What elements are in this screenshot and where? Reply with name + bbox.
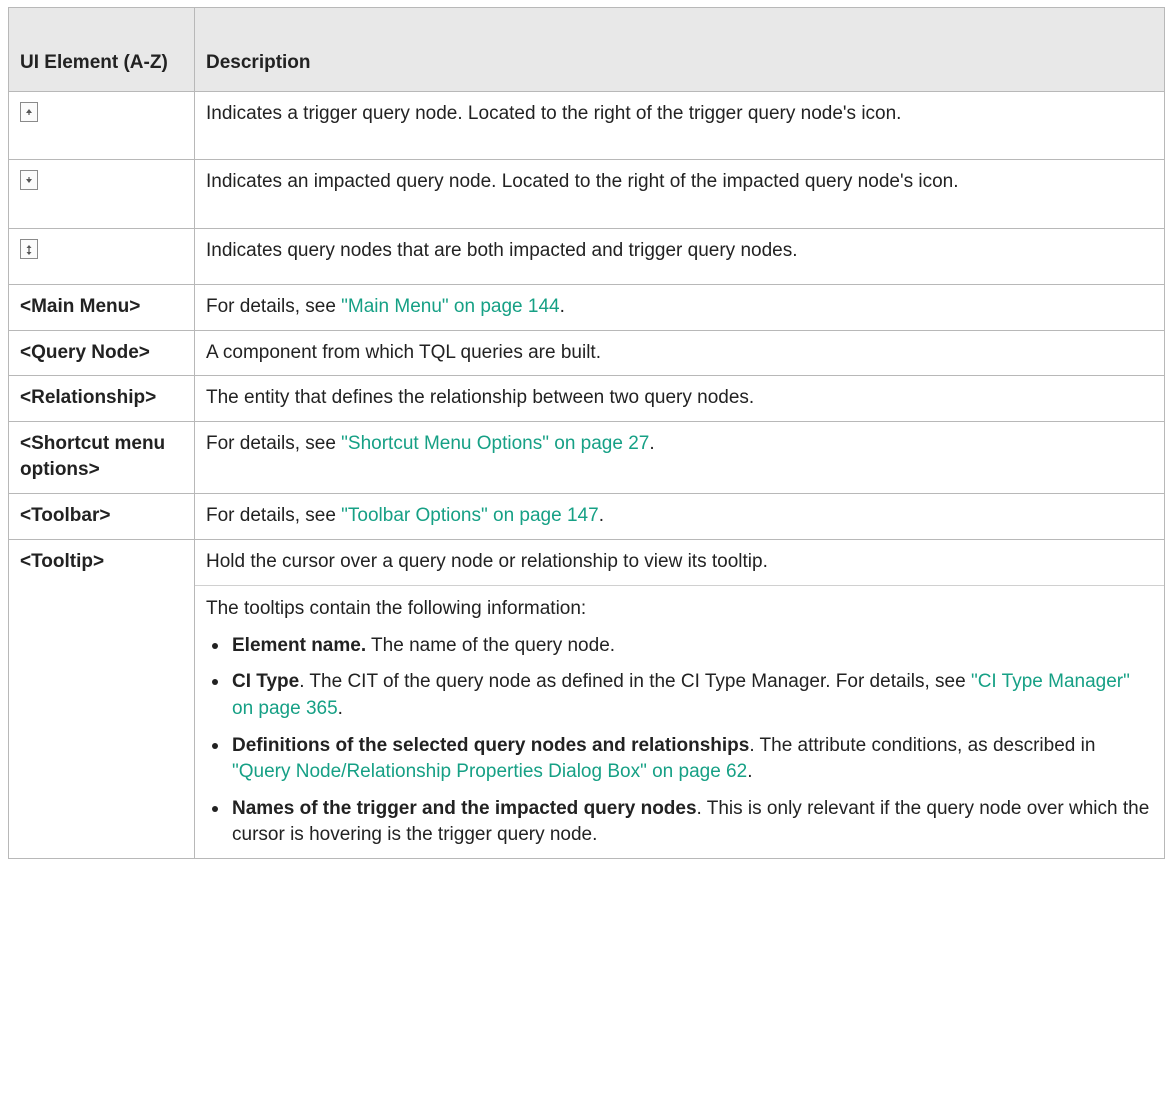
query-node-relationship-properties-link[interactable]: "Query Node/Relationship Properties Dial… (232, 761, 747, 782)
description-cell: For details, see "Shortcut Menu Options"… (194, 420, 1165, 494)
list-item: Definitions of the selected query nodes … (212, 733, 1152, 786)
main-menu-link[interactable]: "Main Menu" on page 144 (341, 296, 559, 317)
list-item-term: Names of the trigger and the impacted qu… (232, 797, 697, 819)
list-item-text: . The CIT of the query node as defined i… (299, 671, 971, 693)
description-suffix: . (649, 432, 655, 454)
table-row: <Main Menu> For details, see "Main Menu"… (8, 284, 1165, 331)
tooltip-paragraph: The tooltips contain the following infor… (206, 598, 587, 620)
description-cell: Indicates query nodes that are both impa… (194, 228, 1165, 285)
ui-elements-table: UI Element (A-Z) Description Indicates a… (8, 7, 1165, 859)
tooltip-info-list: Element name. The name of the query node… (206, 633, 1152, 849)
table-row: <Toolbar> For details, see "Toolbar Opti… (8, 492, 1165, 540)
table-row: <Shortcut menu options> For details, see… (8, 420, 1165, 494)
element-cell: <Main Menu> (8, 284, 195, 331)
list-item: CI Type. The CIT of the query node as de… (212, 669, 1152, 722)
table-header-row: UI Element (A-Z) Description (8, 7, 1165, 92)
description-suffix: . (559, 296, 565, 317)
description-cell: Hold the cursor over a query node or rel… (194, 538, 1165, 859)
element-cell (8, 228, 195, 285)
description-cell: For details, see "Main Menu" on page 144… (194, 284, 1165, 331)
list-item-term: Element name. (232, 634, 367, 656)
element-cell (8, 159, 195, 229)
toolbar-options-link[interactable]: "Toolbar Options" on page 147 (341, 505, 599, 526)
description-cell: The entity that defines the relationship… (194, 375, 1165, 422)
impacted-query-node-icon (20, 170, 38, 190)
list-item-term: CI Type (232, 671, 300, 693)
list-item: Names of the trigger and the impacted qu… (212, 796, 1152, 849)
description-text: For details, see (206, 432, 342, 454)
element-cell (8, 91, 195, 160)
description-text: For details, see (206, 504, 342, 526)
trigger-and-impacted-query-node-icon (20, 239, 38, 259)
element-cell: <Relationship> (8, 375, 195, 422)
list-item-suffix: . (747, 761, 753, 783)
trigger-query-node-icon (20, 102, 38, 122)
description-cell: Indicates a trigger query node. Located … (194, 91, 1165, 160)
element-cell: <Shortcut menu options> (8, 420, 195, 494)
element-cell: <Toolbar> (8, 492, 195, 540)
element-cell: <Tooltip> (8, 538, 195, 859)
shortcut-menu-options-link[interactable]: "Shortcut Menu Options" on page 27 (341, 433, 649, 454)
description-text: For details, see (206, 296, 342, 317)
table-row: <Relationship> The entity that defines t… (8, 375, 1165, 422)
column-header-description: Description (194, 7, 1165, 92)
list-item-suffix: . (337, 697, 343, 719)
table-row: <Tooltip> Hold the cursor over a query n… (8, 538, 1165, 859)
column-header-ui-element: UI Element (A-Z) (8, 7, 195, 92)
element-cell: <Query Node> (8, 329, 195, 377)
table-row: Indicates an impacted query node. Locate… (8, 159, 1165, 229)
description-cell: Indicates an impacted query node. Locate… (194, 159, 1165, 229)
tooltip-paragraph: Hold the cursor over a query node or rel… (206, 550, 768, 572)
list-item: Element name. The name of the query node… (212, 633, 1152, 660)
list-item-text: The name of the query node. (366, 634, 616, 656)
list-item-text: . The attribute conditions, as described… (749, 734, 1096, 756)
description-cell: A component from which TQL queries are b… (194, 329, 1165, 377)
table-row: Indicates a trigger query node. Located … (8, 91, 1165, 160)
description-cell: For details, see "Toolbar Options" on pa… (194, 492, 1165, 540)
list-item-term: Definitions of the selected query nodes … (232, 734, 750, 756)
description-suffix: . (598, 504, 604, 526)
table-row: <Query Node> A component from which TQL … (8, 329, 1165, 377)
table-row: Indicates query nodes that are both impa… (8, 228, 1165, 285)
